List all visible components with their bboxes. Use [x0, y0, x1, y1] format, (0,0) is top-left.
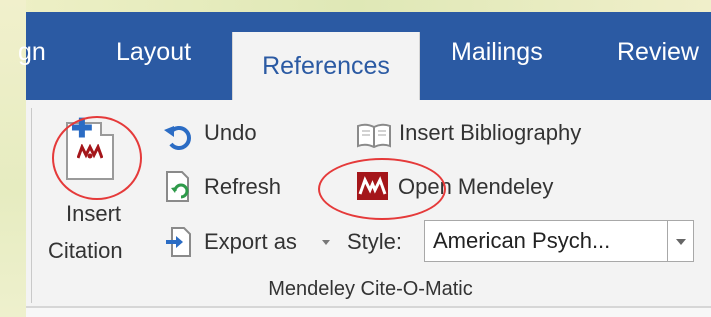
insert-citation-label-line1[interactable]: Insert	[66, 201, 121, 227]
background-top	[0, 0, 711, 12]
tab-references[interactable]: References	[232, 32, 420, 104]
annotation-circle-insert-citation	[52, 116, 142, 200]
refresh-icon[interactable]	[164, 170, 194, 204]
insert-bibliography-button[interactable]: Insert Bibliography	[399, 120, 581, 146]
undo-icon[interactable]	[162, 120, 194, 152]
citation-style-select[interactable]: American Psych...	[424, 220, 668, 262]
undo-button[interactable]: Undo	[204, 120, 257, 146]
tab-review[interactable]: Review	[617, 38, 699, 67]
insert-citation-label-line2[interactable]: Citation	[48, 238, 123, 264]
chevron-down-icon	[322, 240, 330, 245]
style-label: Style:	[347, 229, 403, 254]
document-area	[26, 308, 711, 317]
bibliography-icon[interactable]	[356, 122, 392, 150]
tab-mailings[interactable]: Mailings	[451, 38, 543, 67]
annotation-circle-open-mendeley	[318, 158, 446, 220]
tab-design[interactable]: gn	[18, 38, 46, 67]
export-as-button[interactable]: Export as	[204, 229, 297, 255]
style-dropdown-button[interactable]	[668, 220, 694, 262]
group-separator	[31, 108, 32, 303]
ribbon-group-label: Mendeley Cite-O-Matic	[268, 278, 473, 300]
export-icon[interactable]	[164, 226, 194, 258]
refresh-button[interactable]: Refresh	[204, 174, 281, 200]
tab-layout[interactable]: Layout	[116, 38, 191, 67]
